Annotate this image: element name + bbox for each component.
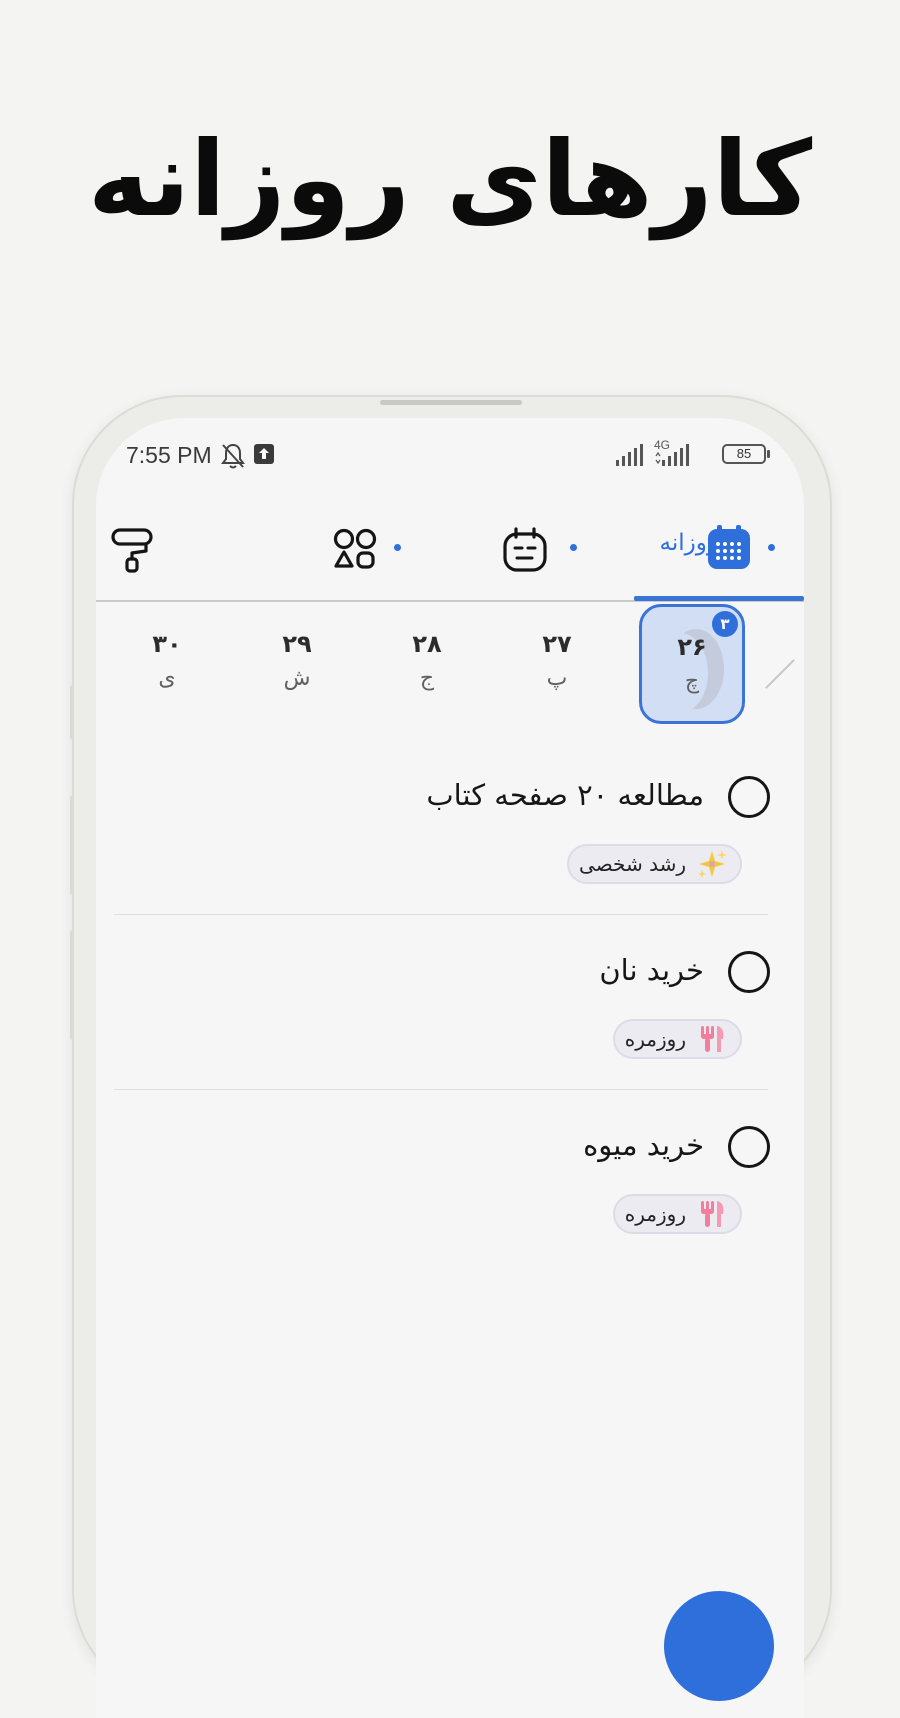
day-28[interactable]: ۲۸ ج xyxy=(374,604,480,724)
task-item[interactable]: خرید میوه روزمره xyxy=(114,1106,770,1276)
divider xyxy=(114,1089,768,1090)
task-title: خرید میوه xyxy=(583,1128,704,1162)
phone-speaker xyxy=(380,400,522,405)
tab-theme[interactable] xyxy=(110,498,170,598)
day-26-selected[interactable]: ۲۶ چ ۳ xyxy=(639,604,745,724)
tab-daily[interactable]: روزانه xyxy=(636,498,804,598)
add-task-button[interactable] xyxy=(664,1591,774,1701)
task-checkbox[interactable] xyxy=(728,776,770,818)
task-title: مطالعه ۲۰ صفحه کتاب xyxy=(426,778,704,812)
day-name: چ xyxy=(684,669,700,694)
tag-label: رشد شخصی xyxy=(579,852,686,876)
upload-icon xyxy=(254,444,274,464)
tab-bar: روزانه xyxy=(96,498,804,602)
battery-tip xyxy=(767,450,770,458)
tab-categories[interactable] xyxy=(332,498,412,598)
day-name: پ xyxy=(546,666,568,691)
day-name: ی xyxy=(158,666,176,691)
signal-4g-icon xyxy=(655,444,689,466)
task-category-tag[interactable]: روزمره xyxy=(612,1019,742,1059)
divider xyxy=(114,914,768,915)
task-count-badge: ۳ xyxy=(712,611,738,637)
tab-weekly[interactable] xyxy=(502,498,582,598)
day-number: ۲۹ xyxy=(282,630,312,658)
status-bar: 7:55 PM 4G 85 xyxy=(96,438,804,478)
calendar-icon xyxy=(708,525,750,569)
utensils-icon xyxy=(701,1201,724,1227)
bell-muted-icon xyxy=(221,443,245,469)
day-29[interactable]: ۲۹ ش xyxy=(244,604,350,724)
scroll-edge-hint xyxy=(765,659,795,689)
tab-indicator-dot xyxy=(570,544,577,551)
day-30[interactable]: ۳۰ ی xyxy=(114,604,220,724)
tag-label: روزمره xyxy=(624,1202,686,1226)
paint-roller-icon xyxy=(111,528,153,573)
utensils-icon xyxy=(701,1026,724,1052)
battery-level: 85 xyxy=(736,446,752,461)
task-checkbox[interactable] xyxy=(728,1126,770,1168)
tag-label: روزمره xyxy=(624,1027,686,1051)
app-screen: 7:55 PM 4G 85 روزانه ۳۰ ی ۲۹ ش ۲۸ ج ۲۷ پ… xyxy=(96,418,804,1718)
battery-icon: 85 xyxy=(722,444,766,464)
task-item[interactable]: مطالعه ۲۰ صفحه کتاب رشد شخصی xyxy=(114,756,770,926)
promo-headline: کارهای روزانه xyxy=(87,118,813,240)
day-number: ۳۰ xyxy=(152,630,182,658)
calendar-face-icon xyxy=(503,527,547,572)
task-category-tag[interactable]: رشد شخصی xyxy=(567,844,742,884)
tab-indicator-dot xyxy=(768,544,775,551)
day-name: ج xyxy=(419,666,435,691)
shapes-icon xyxy=(333,528,377,569)
task-title: خرید نان xyxy=(599,953,704,987)
signal-icon xyxy=(616,444,643,466)
day-name: ش xyxy=(283,666,311,691)
day-number: ۲۸ xyxy=(412,630,442,658)
task-checkbox[interactable] xyxy=(728,951,770,993)
day-number: ۲۷ xyxy=(542,630,572,658)
sparkles-icon xyxy=(698,850,727,878)
tab-indicator-dot xyxy=(394,544,401,551)
day-number: ۲۶ xyxy=(677,633,707,661)
active-tab-underline xyxy=(634,596,804,601)
day-27[interactable]: ۲۷ پ xyxy=(504,604,610,724)
task-category-tag[interactable]: روزمره xyxy=(612,1194,742,1234)
task-item[interactable]: خرید نان روزمره xyxy=(114,931,770,1101)
status-time: 7:55 PM xyxy=(126,442,212,468)
